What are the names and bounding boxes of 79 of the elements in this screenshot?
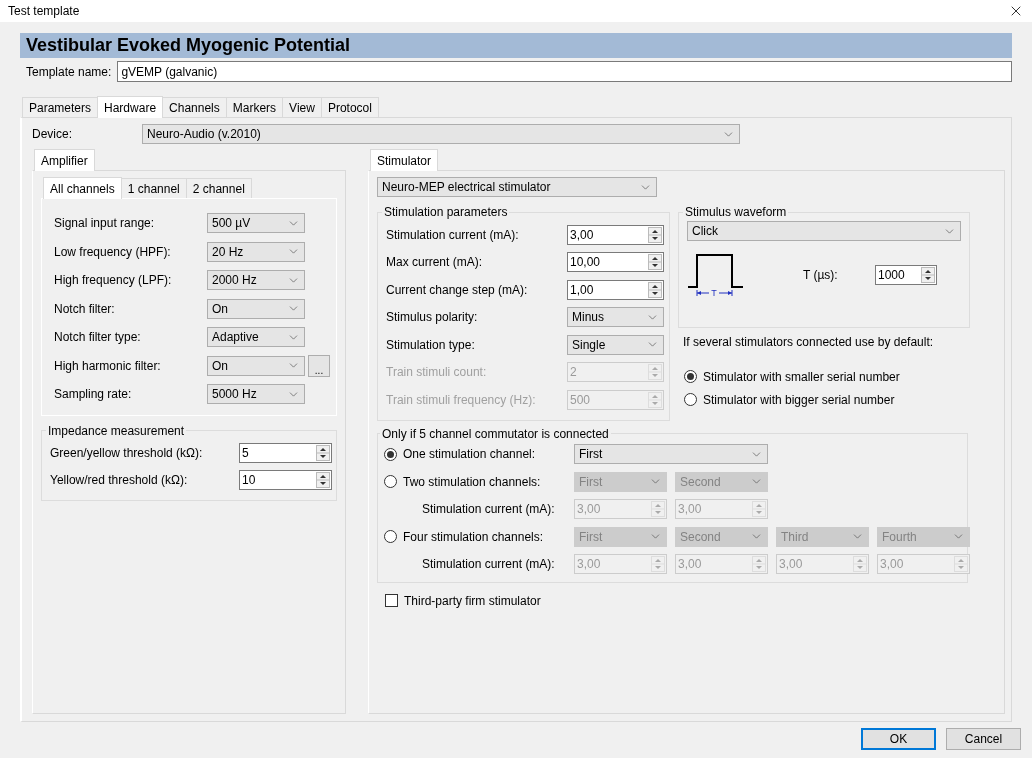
option-label: Third-party firm stimulator (404, 593, 541, 608)
template-name-field[interactable]: gVEMP (galvanic) (117, 61, 1012, 82)
dropdown[interactable]: 20 Hz (207, 241, 305, 262)
dropdown[interactable]: Click (687, 221, 961, 241)
spin-field[interactable]: 10,00 (567, 252, 664, 273)
setting-label: High harmonic filter: (54, 358, 162, 373)
spin-field[interactable]: 10 (239, 470, 332, 490)
setting-label: Train stimuli frequency (Hz): (386, 392, 537, 407)
dropdown[interactable]: Neuro-Audio (v.2010) (142, 124, 740, 144)
setting-label: Notch filter: (54, 301, 116, 316)
setting-label: Max current (mA): (386, 255, 483, 270)
spin-field[interactable]: 1000 (875, 265, 937, 285)
dropdown[interactable]: On (207, 298, 305, 319)
radio-button[interactable] (384, 475, 397, 489)
setting-label: Sampling rate: (54, 387, 133, 402)
option-label: Two stimulation channels: (403, 474, 541, 489)
tab[interactable]: Protocol (320, 97, 379, 117)
dropdown[interactable]: On (207, 355, 305, 376)
spin-arrows-icon[interactable] (648, 254, 662, 271)
option-label: Four stimulation channels: (403, 529, 544, 544)
dropdown[interactable]: 500 µV (207, 213, 305, 234)
radio-button[interactable] (384, 447, 397, 461)
field-label: Template name: (26, 64, 112, 79)
option-label: One stimulation channel: (403, 447, 536, 462)
setting-label: Current change step (mA): (386, 282, 529, 297)
pulse-drawing (687, 254, 744, 288)
setting-label: Stimulation current (mA): (386, 227, 520, 242)
more-button[interactable]: ... (308, 354, 330, 377)
dimension-label: T (711, 288, 717, 297)
group-title: Stimulus waveform (684, 205, 788, 219)
header-bar: Vestibular Evoked Myogenic Potential (20, 33, 1012, 58)
field-label: Device: (32, 127, 73, 141)
spin-field[interactable]: 3,00 (567, 224, 664, 245)
spin-arrows-icon[interactable] (648, 226, 662, 243)
option-label: Stimulator with bigger serial number (703, 392, 895, 407)
dropdown[interactable]: Single (567, 334, 664, 355)
spin-arrows-icon[interactable] (921, 267, 935, 283)
tab[interactable]: 2 channel (185, 178, 252, 198)
dialog-button[interactable]: Cancel (946, 728, 1021, 750)
setting-label: High frequency (LPF): (54, 273, 173, 288)
option-label: Stimulator with smaller serial number (703, 369, 900, 384)
spin-arrows-icon[interactable] (316, 445, 330, 461)
dropdown[interactable]: 5000 Hz (207, 384, 305, 405)
setting-label: Low frequency (HPF): (54, 244, 172, 259)
tab[interactable]: All channels (43, 177, 122, 199)
dimension-arrow (696, 289, 733, 297)
radio-button[interactable] (684, 393, 697, 406)
group-title: Only if 5 channel commutator is connected (381, 426, 610, 441)
setting-label: Yellow/red threshold (kΩ): (50, 473, 189, 487)
spin-field[interactable]: 5 (239, 443, 332, 463)
dialog-button[interactable]: OK (861, 728, 936, 750)
group-title: Stimulation parameters (383, 205, 509, 219)
setting-label: Stimulation current (mA): (421, 557, 556, 572)
setting-label: Signal input range: (54, 216, 156, 231)
spin-arrows-icon[interactable] (648, 281, 662, 298)
spin-arrows-icon[interactable] (316, 472, 330, 488)
group-title: Impedance measurement (47, 423, 186, 438)
setting-label: Stimulation current (mA): (421, 502, 556, 517)
tab[interactable]: Hardware (97, 96, 164, 118)
note-text: If several stimulators connected use by default: (683, 335, 935, 349)
radio-button[interactable] (384, 530, 397, 544)
tab[interactable]: Parameters (22, 97, 99, 117)
setting-label: Green/yellow threshold (kΩ): (50, 446, 204, 460)
checkbox[interactable] (385, 594, 398, 607)
dropdown[interactable]: 2000 Hz (207, 270, 305, 291)
setting-label: Notch filter type: (54, 330, 142, 345)
tab[interactable]: Amplifier (34, 149, 95, 171)
setting-label: Train stimuli count: (386, 365, 488, 380)
dropdown[interactable]: Adaptive (207, 327, 305, 348)
setting-label: Stimulation type: (386, 337, 476, 352)
spin-field[interactable]: 1,00 (567, 279, 664, 300)
dropdown[interactable]: Minus (567, 307, 664, 328)
radio-button[interactable] (684, 370, 697, 383)
dropdown[interactable]: Neuro-MEP electrical stimulator (377, 177, 657, 197)
window-title: Test template (8, 4, 80, 18)
tab[interactable]: Stimulator (370, 149, 439, 171)
setting-label: Stimulus polarity: (386, 310, 479, 325)
setting-label: T (µs): (803, 268, 839, 282)
dropdown[interactable]: First (574, 444, 768, 465)
